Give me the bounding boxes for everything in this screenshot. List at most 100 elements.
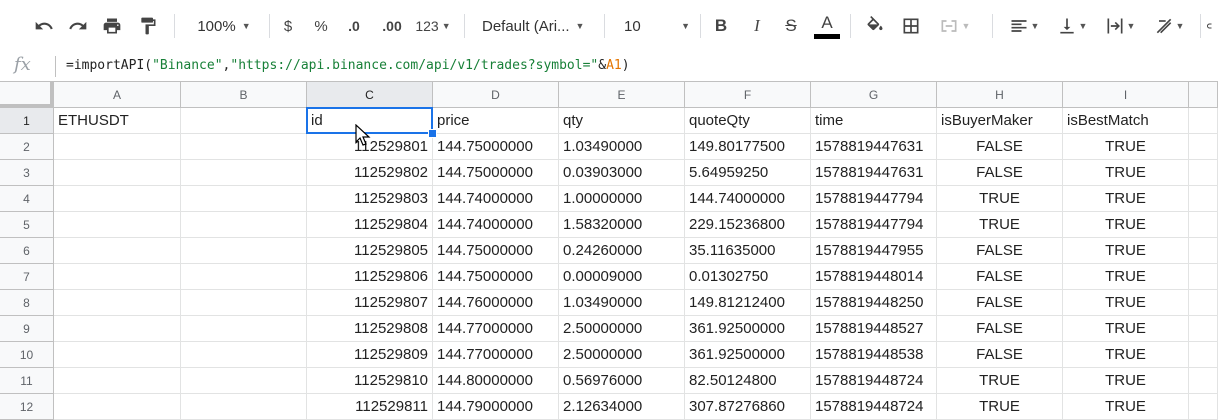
cell-h6[interactable]: FALSE <box>937 238 1063 264</box>
cell-e1[interactable]: qty <box>559 108 685 134</box>
cell-a3[interactable] <box>54 160 181 186</box>
cell-g9[interactable]: 1578819448527 <box>811 316 937 342</box>
percent-format-button[interactable]: % <box>311 11 331 41</box>
cell-g4[interactable]: 1578819447794 <box>811 186 937 212</box>
cell-c11[interactable]: 112529810 <box>307 368 433 394</box>
cell-f11[interactable]: 82.50124800 <box>685 368 811 394</box>
cell-c3[interactable]: 112529802 <box>307 160 433 186</box>
cell-e10[interactable]: 2.50000000 <box>559 342 685 368</box>
horizontal-align-icon[interactable]: ▼ <box>1004 11 1044 41</box>
cell-a4[interactable] <box>54 186 181 212</box>
borders-icon[interactable] <box>898 11 924 41</box>
cell-b12[interactable] <box>181 394 307 420</box>
cell-f6[interactable]: 35.11635000 <box>685 238 811 264</box>
cell-d6[interactable]: 144.75000000 <box>433 238 559 264</box>
column-header-e[interactable]: E <box>559 82 685 108</box>
cell-a2[interactable] <box>54 134 181 160</box>
cell-e6[interactable]: 0.24260000 <box>559 238 685 264</box>
cell-f1[interactable]: quoteQty <box>685 108 811 134</box>
cell-i10[interactable]: TRUE <box>1063 342 1189 368</box>
cell-e4[interactable]: 1.00000000 <box>559 186 685 212</box>
row-header-3[interactable]: 3 <box>0 160 54 186</box>
column-header-h[interactable]: H <box>937 82 1063 108</box>
cell-i3[interactable]: TRUE <box>1063 160 1189 186</box>
cell-e7[interactable]: 0.00009000 <box>559 264 685 290</box>
cell-i1[interactable]: isBestMatch <box>1063 108 1189 134</box>
cell-i2[interactable]: TRUE <box>1063 134 1189 160</box>
italic-button[interactable]: I <box>746 11 768 41</box>
fill-handle[interactable] <box>428 129 437 138</box>
cell-h9[interactable]: FALSE <box>937 316 1063 342</box>
cell-f9[interactable]: 361.92500000 <box>685 316 811 342</box>
cell-h10[interactable]: FALSE <box>937 342 1063 368</box>
cell-a10[interactable] <box>54 342 181 368</box>
row-header-10[interactable]: 10 <box>0 342 54 368</box>
cell-f12[interactable]: 307.87276860 <box>685 394 811 420</box>
column-header-d[interactable]: D <box>433 82 559 108</box>
cell-b6[interactable] <box>181 238 307 264</box>
cell-h7[interactable]: FALSE <box>937 264 1063 290</box>
cell-g8[interactable]: 1578819448250 <box>811 290 937 316</box>
cell-d10[interactable]: 144.77000000 <box>433 342 559 368</box>
row-header-7[interactable]: 7 <box>0 264 54 290</box>
text-color-button[interactable]: A <box>814 11 840 41</box>
cell-f3[interactable]: 5.64959250 <box>685 160 811 186</box>
cell-i12[interactable]: TRUE <box>1063 394 1189 420</box>
cell-f4[interactable]: 144.74000000 <box>685 186 811 212</box>
more-formats-dropdown[interactable]: 123 ▼ <box>412 11 454 41</box>
cell-d12[interactable]: 144.79000000 <box>433 394 559 420</box>
column-header-i[interactable]: I <box>1063 82 1189 108</box>
cell-e12[interactable]: 2.12634000 <box>559 394 685 420</box>
column-header-f[interactable]: F <box>685 82 811 108</box>
cell-b4[interactable] <box>181 186 307 212</box>
bold-button[interactable]: B <box>710 11 732 41</box>
currency-format-button[interactable]: $ <box>278 11 298 41</box>
cell-g7[interactable]: 1578819448014 <box>811 264 937 290</box>
cell-c8[interactable]: 112529807 <box>307 290 433 316</box>
cell-f2[interactable]: 149.80177500 <box>685 134 811 160</box>
cell-g3[interactable]: 1578819447631 <box>811 160 937 186</box>
cell-a12[interactable] <box>54 394 181 420</box>
cell-b1[interactable] <box>181 108 307 134</box>
cell-h8[interactable]: FALSE <box>937 290 1063 316</box>
cell-g6[interactable]: 1578819447955 <box>811 238 937 264</box>
cell-c6[interactable]: 112529805 <box>307 238 433 264</box>
row-header-5[interactable]: 5 <box>0 212 54 238</box>
cell-d11[interactable]: 144.80000000 <box>433 368 559 394</box>
cell-h4[interactable]: TRUE <box>937 186 1063 212</box>
cell-f8[interactable]: 149.81212400 <box>685 290 811 316</box>
cell-e11[interactable]: 0.56976000 <box>559 368 685 394</box>
cell-b10[interactable] <box>181 342 307 368</box>
cell-d4[interactable]: 144.74000000 <box>433 186 559 212</box>
column-header-g[interactable]: G <box>811 82 937 108</box>
cell-a5[interactable] <box>54 212 181 238</box>
row-header-2[interactable]: 2 <box>0 134 54 160</box>
cell-g12[interactable]: 1578819448724 <box>811 394 937 420</box>
row-header-4[interactable]: 4 <box>0 186 54 212</box>
row-header-6[interactable]: 6 <box>0 238 54 264</box>
cell-g11[interactable]: 1578819448724 <box>811 368 937 394</box>
row-header-11[interactable]: 11 <box>0 368 54 394</box>
fill-color-icon[interactable] <box>862 11 888 41</box>
cell-g5[interactable]: 1578819447794 <box>811 212 937 238</box>
cell-h12[interactable]: TRUE <box>937 394 1063 420</box>
cell-g2[interactable]: 1578819447631 <box>811 134 937 160</box>
column-header-c[interactable]: C <box>307 82 433 108</box>
redo-icon[interactable] <box>64 11 92 41</box>
cell-a9[interactable] <box>54 316 181 342</box>
cell-b9[interactable] <box>181 316 307 342</box>
formula-input[interactable]: =importAPI("Binance","https://api.binanc… <box>66 58 630 73</box>
row-header-8[interactable]: 8 <box>0 290 54 316</box>
cell-d2[interactable]: 144.75000000 <box>433 134 559 160</box>
cell-a1[interactable]: ETHUSDT <box>54 108 181 134</box>
cell-d7[interactable]: 144.75000000 <box>433 264 559 290</box>
select-all-corner[interactable] <box>0 82 54 108</box>
text-rotation-icon[interactable]: ▼ <box>1148 11 1190 41</box>
cell-a8[interactable] <box>54 290 181 316</box>
cell-b8[interactable] <box>181 290 307 316</box>
merge-cells-icon[interactable]: ▼ <box>934 11 974 41</box>
cell-i7[interactable]: TRUE <box>1063 264 1189 290</box>
cell-b3[interactable] <box>181 160 307 186</box>
cell-e8[interactable]: 1.03490000 <box>559 290 685 316</box>
cell-d5[interactable]: 144.74000000 <box>433 212 559 238</box>
